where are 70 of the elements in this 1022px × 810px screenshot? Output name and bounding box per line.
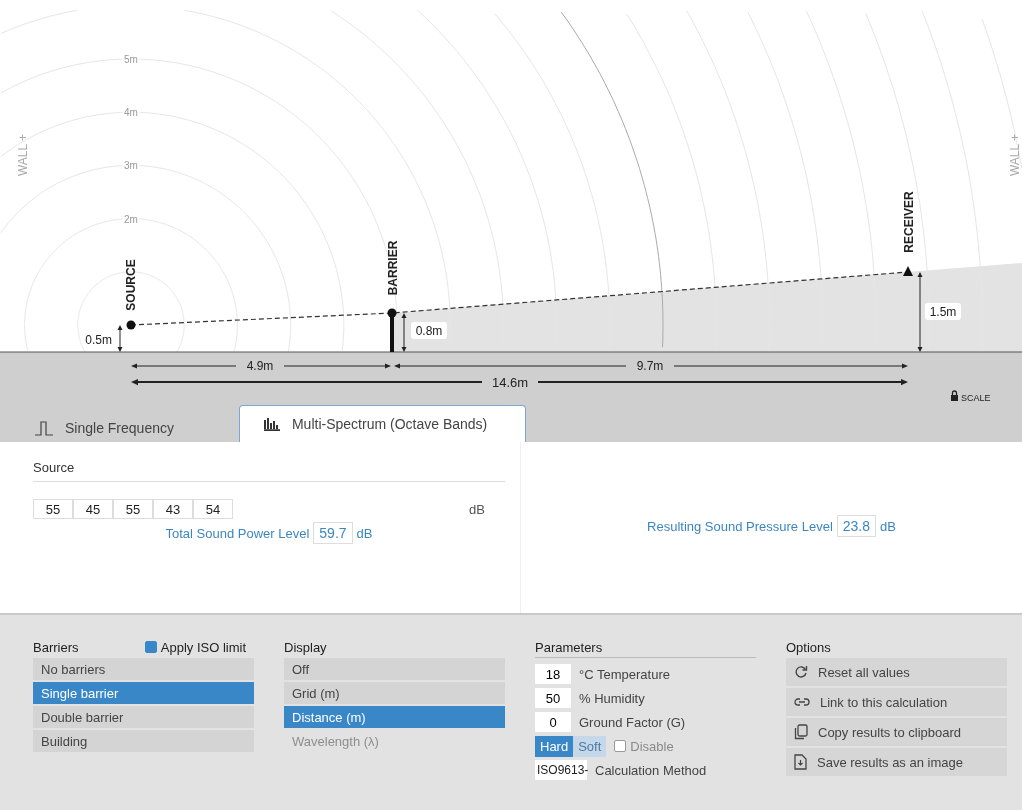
option-button[interactable]: Reset all values bbox=[786, 658, 1007, 686]
parameter-label: °C Temperature bbox=[579, 666, 670, 682]
display-option[interactable]: Distance (m) bbox=[284, 706, 505, 728]
parameter-input[interactable]: 50 bbox=[535, 688, 571, 708]
ring-label: 2m bbox=[124, 213, 138, 225]
option-button[interactable]: Copy results to clipboard bbox=[786, 718, 1007, 746]
height-arrow bbox=[117, 325, 123, 352]
file-download-icon bbox=[794, 754, 807, 770]
barrier-option[interactable]: Double barrier bbox=[33, 706, 254, 728]
source-point[interactable] bbox=[126, 320, 136, 330]
ring-label: 5m bbox=[124, 54, 138, 65]
barrier-label: BARRIER bbox=[386, 240, 400, 296]
bar-chart-icon bbox=[263, 417, 280, 431]
tab[interactable]: Multi-Spectrum (Octave Bands) bbox=[238, 405, 527, 442]
result-label: Resulting Sound Pressure Level bbox=[647, 518, 833, 534]
source-label: SOURCE bbox=[124, 259, 138, 311]
unit-label: dB bbox=[469, 501, 485, 517]
distance-label: 4.9m bbox=[246, 359, 274, 373]
result-value: 23.8 bbox=[836, 515, 877, 537]
receiver-label: RECEIVER bbox=[902, 191, 916, 253]
unit-label: dB bbox=[880, 518, 896, 534]
distance-label: 9.7m bbox=[636, 359, 664, 373]
method-select[interactable]: ISO9613- bbox=[535, 760, 587, 780]
parameter-input[interactable]: 0 bbox=[535, 712, 571, 732]
refresh-icon bbox=[794, 665, 808, 679]
height-label: 1.5m bbox=[925, 303, 961, 320]
iso-limit-checkbox[interactable]: Apply ISO limit bbox=[144, 639, 246, 655]
link-icon bbox=[794, 697, 810, 707]
scale-button[interactable]: SCALE bbox=[961, 393, 991, 403]
option-button[interactable]: Link to this calculation bbox=[786, 688, 1007, 716]
height-arrow bbox=[401, 313, 407, 352]
band-level-input[interactable]: 45 bbox=[73, 499, 113, 519]
copy-icon bbox=[794, 724, 808, 740]
band-level-input[interactable]: 43 bbox=[153, 499, 193, 519]
barrier-option[interactable]: No barriers bbox=[33, 658, 254, 680]
display-option[interactable]: Grid (m) bbox=[284, 682, 505, 704]
section-heading: Source bbox=[33, 460, 505, 482]
checkbox[interactable] bbox=[144, 641, 157, 653]
band-level-input[interactable]: 55 bbox=[113, 499, 153, 519]
parameter-label: Calculation Method bbox=[595, 762, 707, 778]
checkbox[interactable] bbox=[614, 740, 627, 752]
column-heading: Parameters bbox=[535, 639, 603, 655]
barrier-option[interactable]: Building bbox=[33, 730, 254, 752]
wall-label: WALL + bbox=[16, 133, 30, 177]
display-option[interactable]: Off bbox=[284, 658, 505, 680]
parameter-label: Ground Factor (G) bbox=[579, 714, 686, 730]
height-label: 0.8m bbox=[411, 322, 447, 339]
ring-label: 4m bbox=[124, 107, 138, 119]
ground-toggle[interactable]: Hard bbox=[535, 735, 574, 757]
parameter-input[interactable]: 18 bbox=[535, 664, 571, 684]
band-level-input[interactable]: 54 bbox=[193, 499, 233, 519]
total-value: 59.7 bbox=[313, 522, 353, 544]
ring-label: 3m bbox=[124, 160, 138, 172]
wall-label: WALL + bbox=[1008, 133, 1022, 177]
pulse-icon bbox=[35, 419, 53, 436]
column-heading: Options bbox=[786, 639, 831, 655]
parameter-label: % Humidity bbox=[579, 690, 645, 706]
barrier[interactable] bbox=[387, 308, 397, 352]
band-level-input[interactable]: 55 bbox=[33, 499, 73, 519]
column-heading: Barriers bbox=[33, 639, 79, 655]
column-heading: Display bbox=[284, 639, 327, 655]
tab[interactable]: Single Frequency bbox=[34, 412, 199, 442]
total-label: Total Sound Power Level bbox=[165, 525, 310, 541]
barrier-option[interactable]: Single barrier bbox=[33, 682, 254, 704]
unit-label: dB bbox=[356, 525, 373, 541]
distance-label: 14.6m bbox=[491, 375, 529, 390]
option-button[interactable]: Save results as an image bbox=[786, 748, 1007, 776]
lock-icon bbox=[951, 390, 958, 401]
receiver-marker[interactable] bbox=[903, 266, 913, 276]
height-label: 0.5m bbox=[85, 333, 112, 347]
